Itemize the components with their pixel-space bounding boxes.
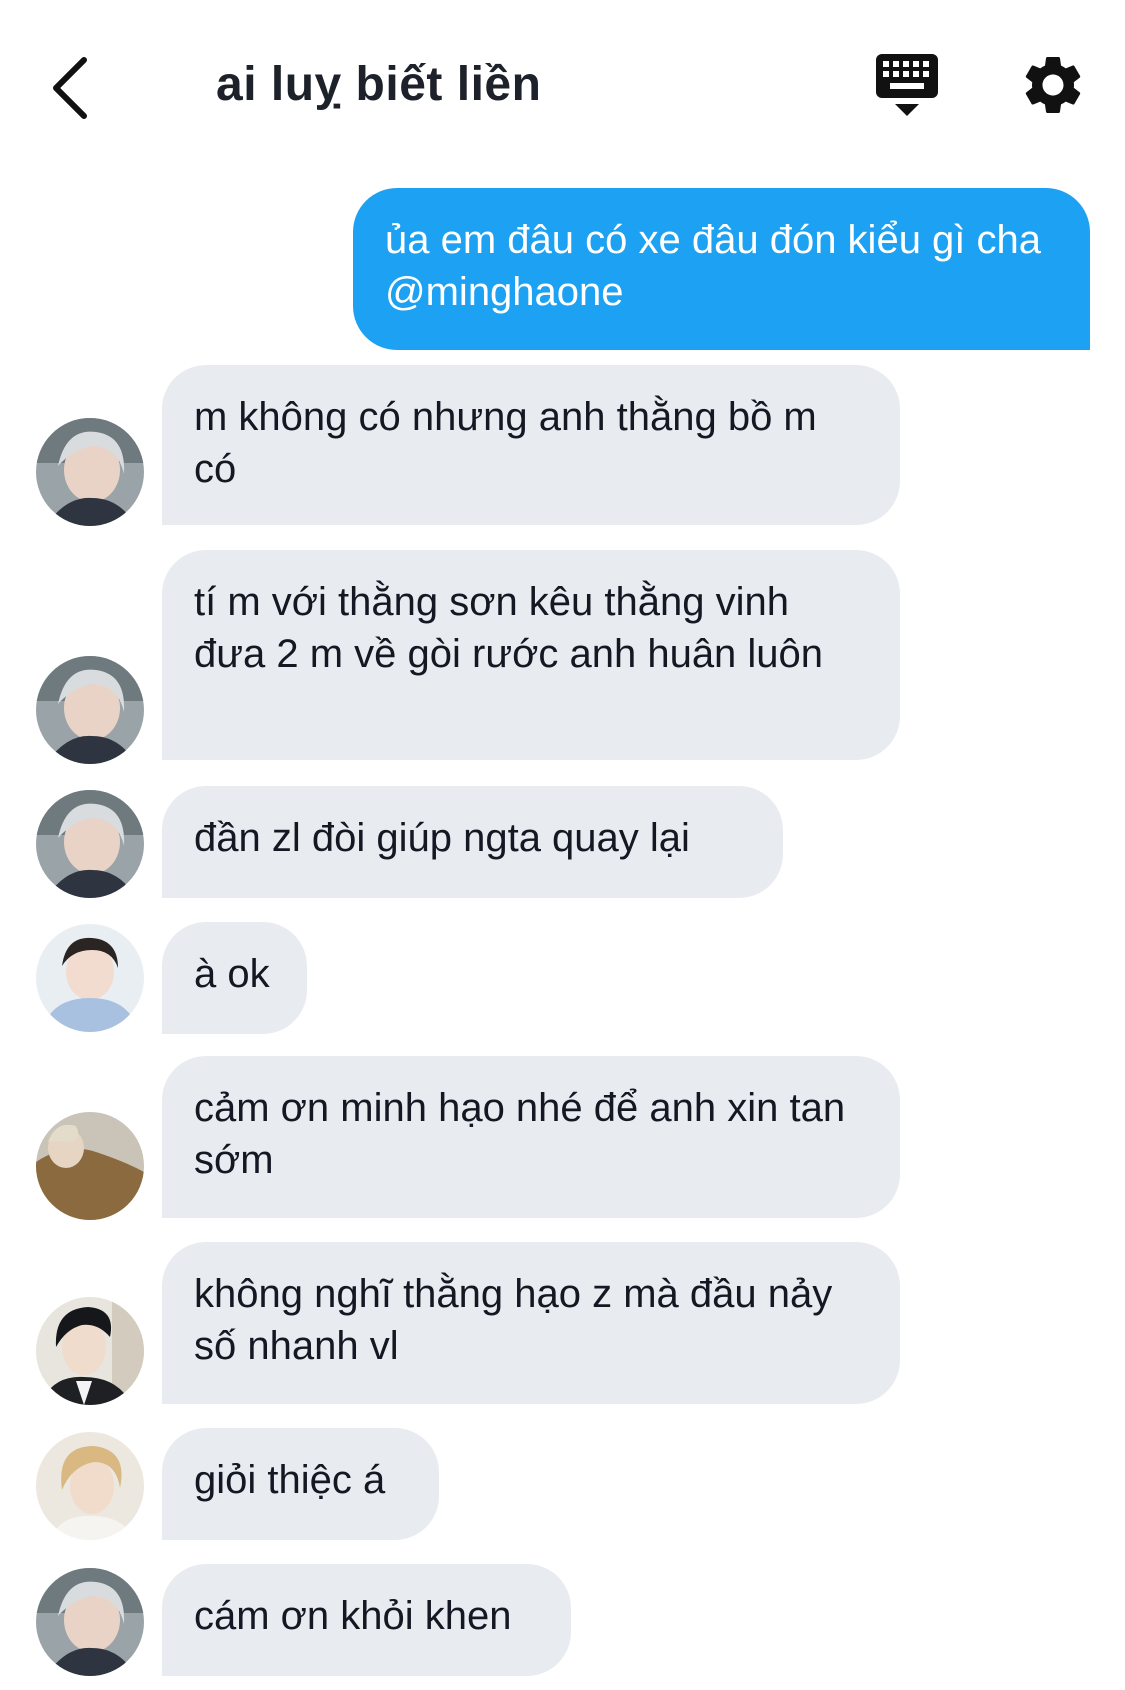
received-message-bubble[interactable]: cảm ơn minh hạo nhé để anh xin tan sớm <box>162 1056 900 1218</box>
message-text: m không có nhưng anh thằng bồ m có <box>194 395 817 491</box>
keyboard-button[interactable] <box>872 50 942 120</box>
avatar[interactable] <box>36 1297 144 1405</box>
avatar-blonde-icon <box>36 1432 144 1540</box>
keyboard-hide-icon <box>876 54 938 116</box>
received-message-bubble[interactable]: giỏi thiệc á <box>162 1428 439 1540</box>
back-button[interactable] <box>40 48 100 128</box>
avatar[interactable] <box>36 790 144 898</box>
received-message-bubble[interactable]: đần zl đòi giúp ngta quay lại <box>162 786 783 898</box>
sent-message-bubble[interactable]: ủa em đâu có xe đâu đón kiểu gì cha @min… <box>353 188 1090 350</box>
chevron-left-icon <box>53 57 87 119</box>
avatar[interactable] <box>36 656 144 764</box>
chat-header: ai luỵ biết liền <box>0 0 1125 160</box>
message-text: à ok <box>194 952 270 996</box>
avatar[interactable] <box>36 924 144 1032</box>
avatar[interactable] <box>36 1568 144 1676</box>
message-text: đần zl đòi giúp ngta quay lại <box>194 816 690 860</box>
message-text: ủa em đâu có xe đâu đón kiểu gì cha @min… <box>385 218 1042 314</box>
received-message-bubble[interactable]: không nghĩ thằng hạo z mà đầu nảy số nha… <box>162 1242 900 1404</box>
message-text: cám ơn khỏi khen <box>194 1594 512 1638</box>
avatar-blue-hoodie-icon <box>36 924 144 1032</box>
gear-icon <box>1025 56 1081 113</box>
received-message-bubble[interactable]: m không có nhưng anh thằng bồ m có <box>162 365 900 525</box>
avatar-silver-hair-icon <box>36 656 144 764</box>
avatar-silver-hair-icon <box>36 418 144 526</box>
message-text: cảm ơn minh hạo nhé để anh xin tan sớm <box>194 1086 846 1182</box>
avatar-silver-hair-icon <box>36 1568 144 1676</box>
received-message-bubble[interactable]: à ok <box>162 922 307 1034</box>
message-text: giỏi thiệc á <box>194 1458 386 1502</box>
received-message-bubble[interactable]: tí m với thằng sơn kêu thằng vinh đưa 2 … <box>162 550 900 760</box>
conversation-title: ai luỵ biết liền <box>216 58 542 111</box>
avatar[interactable] <box>36 418 144 526</box>
received-message-bubble[interactable]: cám ơn khỏi khen <box>162 1564 571 1676</box>
avatar-brown-jacket-icon <box>36 1112 144 1220</box>
message-text: không nghĩ thằng hạo z mà đầu nảy số nha… <box>194 1272 833 1368</box>
avatar[interactable] <box>36 1112 144 1220</box>
settings-button[interactable] <box>1018 50 1088 120</box>
avatar-silver-hair-icon <box>36 790 144 898</box>
message-text: tí m với thằng sơn kêu thằng vinh đưa 2 … <box>194 580 824 676</box>
avatar-dark-hair-icon <box>36 1297 144 1405</box>
avatar[interactable] <box>36 1432 144 1540</box>
